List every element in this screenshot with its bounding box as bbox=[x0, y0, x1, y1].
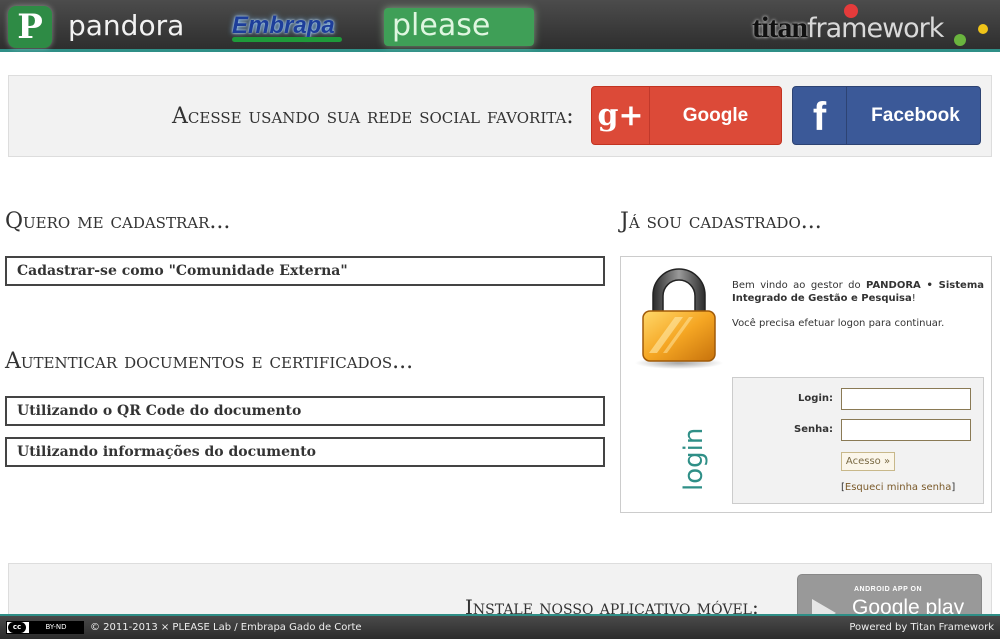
titan-logo-text: titan bbox=[752, 11, 808, 44]
welcome-message: Bem vindo ao gestor do PANDORA • Sistema… bbox=[732, 279, 984, 305]
embrapa-logo-text: Embrapa bbox=[232, 12, 335, 39]
social-login-panel: Acesse usando sua rede social favorita: … bbox=[8, 75, 992, 157]
forgot-password: [Esqueci minha senha] bbox=[841, 481, 955, 494]
authenticate-heading: Autenticar documentos e certificados... bbox=[5, 349, 414, 374]
welcome-prefix: Bem vindo ao gestor do bbox=[732, 280, 867, 291]
google-play-small-text: ANDROID APP ON bbox=[854, 586, 923, 593]
login-form: Login: Senha: Acesso » [Esqueci minha se… bbox=[732, 377, 984, 504]
login-submit-button[interactable]: Acesso » bbox=[841, 452, 895, 471]
creative-commons-badge[interactable]: cc BY-ND bbox=[6, 621, 84, 634]
login-heading: Já sou cadastrado... bbox=[620, 209, 822, 234]
pandora-logo-text: pandora bbox=[68, 9, 185, 42]
please-logo[interactable]: please bbox=[384, 8, 534, 46]
password-input[interactable] bbox=[841, 419, 971, 441]
social-login-label: Acesse usando sua rede social favorita: bbox=[172, 104, 574, 129]
google-login-label: Google bbox=[682, 105, 749, 126]
register-heading: Quero me cadastrar... bbox=[5, 209, 231, 234]
yellow-dot-icon bbox=[978, 24, 988, 34]
logon-required-text: Você precisa efetuar logon para continua… bbox=[732, 318, 945, 329]
powered-by-text[interactable]: Powered by Titan Framework bbox=[849, 620, 994, 635]
facebook-icon: f bbox=[793, 87, 847, 144]
red-dot-icon bbox=[844, 4, 858, 18]
forgot-password-link[interactable]: Esqueci minha senha bbox=[845, 482, 952, 493]
facebook-login-button[interactable]: f Facebook bbox=[792, 86, 981, 145]
password-label: Senha: bbox=[794, 424, 833, 435]
forgot-close-bracket: ] bbox=[951, 482, 956, 493]
welcome-suffix: ! bbox=[911, 293, 916, 304]
embrapa-swoosh-icon bbox=[232, 37, 342, 42]
footer: cc BY-ND © 2011-2013 × PLEASE Lab / Embr… bbox=[0, 614, 1000, 639]
copyright-text: © 2011-2013 × PLEASE Lab / Embrapa Gado … bbox=[90, 622, 362, 633]
facebook-login-label: Facebook bbox=[871, 105, 960, 126]
framework-logo-text: framework bbox=[807, 13, 944, 44]
login-panel: Bem vindo ao gestor do PANDORA • Sistema… bbox=[620, 256, 992, 513]
pandora-mark-icon: P bbox=[8, 6, 52, 48]
login-label: Login: bbox=[798, 393, 833, 404]
please-logo-text: please bbox=[392, 8, 491, 43]
cc-icon: cc bbox=[8, 622, 26, 633]
login-input[interactable] bbox=[841, 388, 971, 410]
google-login-button[interactable]: g+ Google bbox=[591, 86, 782, 145]
register-external-link[interactable]: Cadastrar-se como "Comunidade Externa" bbox=[5, 256, 605, 286]
cc-license-text: BY-ND bbox=[29, 622, 83, 633]
pandora-logo[interactable]: P pandora bbox=[8, 6, 208, 48]
authenticate-qrcode-link[interactable]: Utilizando o QR Code do documento bbox=[5, 396, 605, 426]
embrapa-logo[interactable]: Embrapa bbox=[232, 6, 350, 46]
green-dot-icon bbox=[954, 34, 966, 46]
google-plus-icon: g+ bbox=[592, 87, 650, 144]
authenticate-info-link[interactable]: Utilizando informações do documento bbox=[5, 437, 605, 467]
titan-framework-logo[interactable]: titanframework bbox=[752, 4, 996, 48]
top-banner: P pandora Embrapa please titanframework bbox=[0, 0, 1000, 52]
padlock-icon bbox=[635, 268, 723, 369]
